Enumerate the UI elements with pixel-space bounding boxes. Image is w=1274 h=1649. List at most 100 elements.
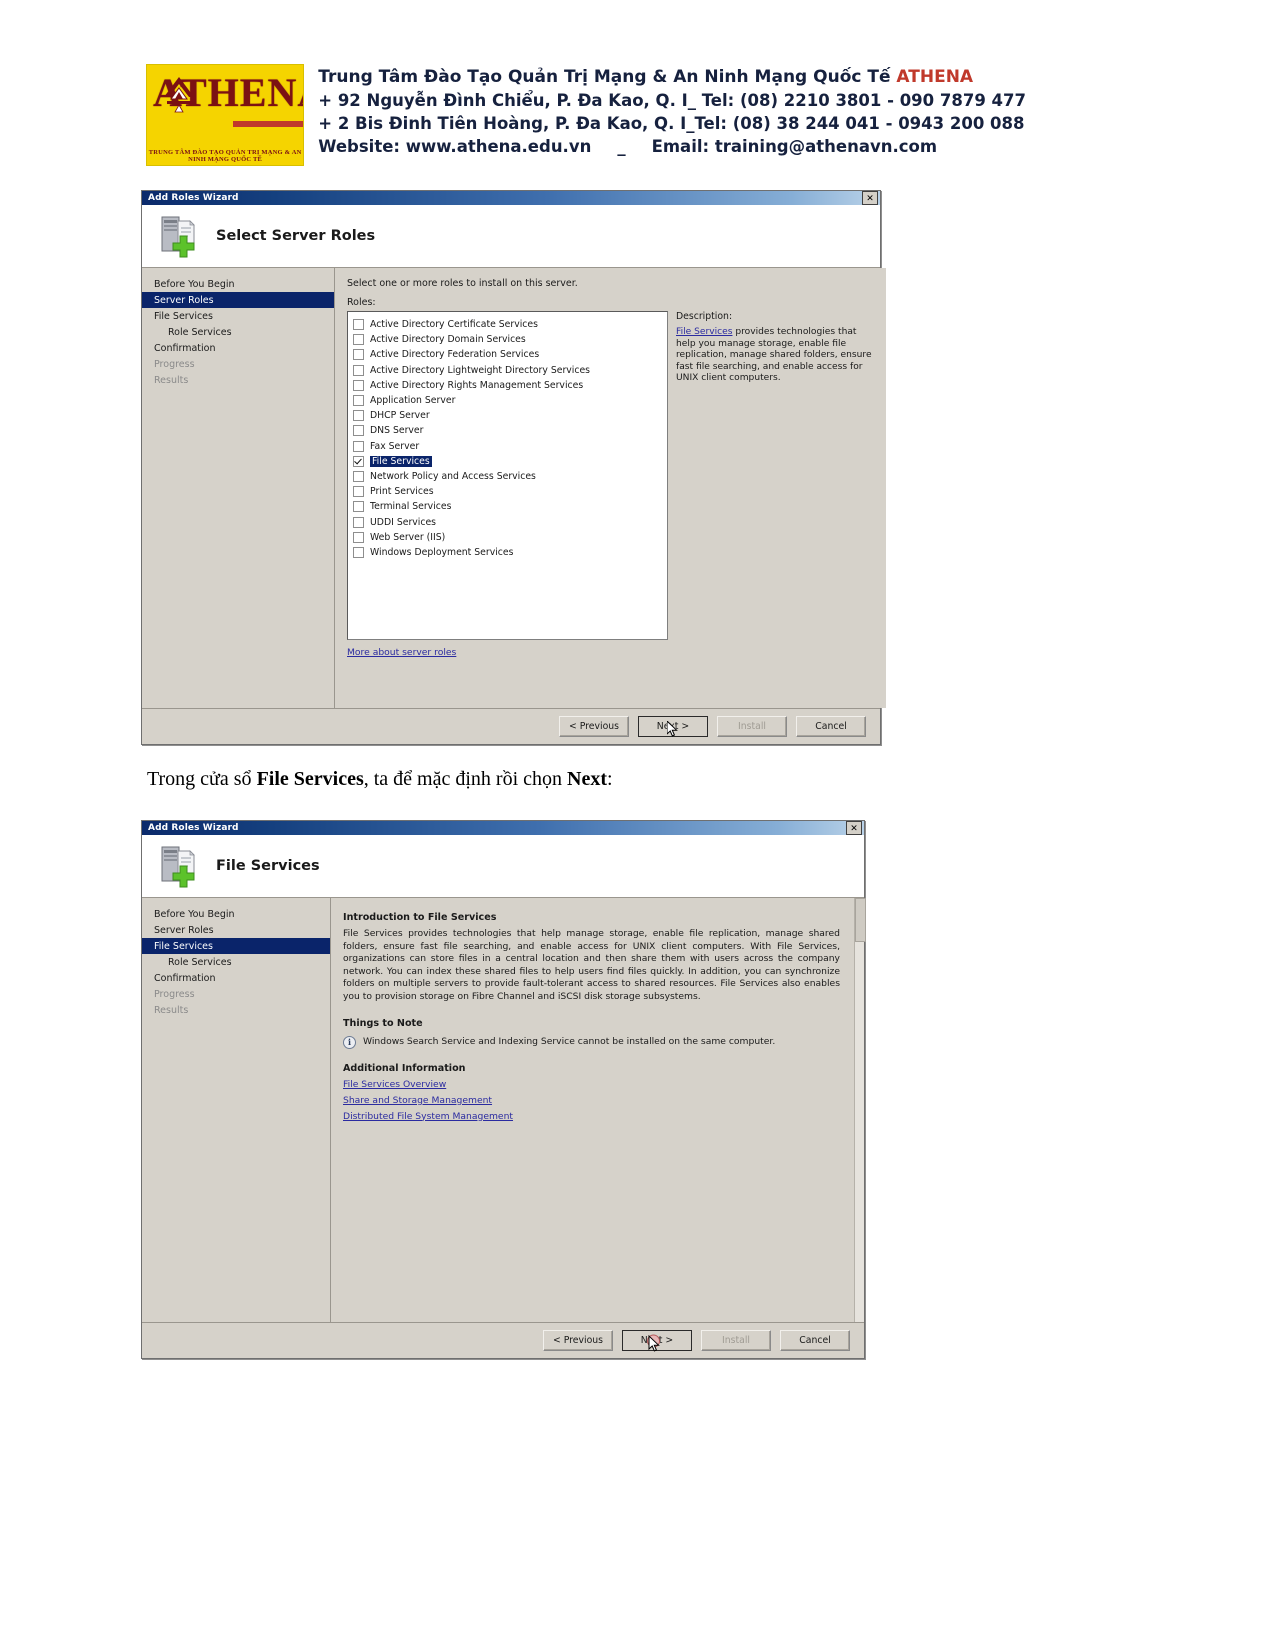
nav-item-confirmation[interactable]: Confirmation <box>142 970 330 986</box>
add-roles-wizard-window-2[interactable]: Add Roles Wizard ✕ File Services Before … <box>141 820 866 1359</box>
athena-address-2: + 2 Bis Đinh Tiên Hoàng, P. Đa Kao, Q. I… <box>318 114 1025 133</box>
role-row-file-services[interactable]: File Services <box>353 454 663 469</box>
role-checkbox-icon[interactable] <box>353 501 364 513</box>
role-row[interactable]: UDDI Services <box>353 514 663 529</box>
role-label: Web Server (IIS) <box>370 531 446 543</box>
athena-web-email-line: Website: www.athena.edu.vn _ Email: traini… <box>318 135 1026 158</box>
role-label: DHCP Server <box>370 410 430 422</box>
athena-org-name-line: Trung Tâm Đào Tạo Quản Trị Mạng & An Nin… <box>318 66 1026 89</box>
description-link-file-services[interactable]: File Services <box>676 327 732 337</box>
next-button-label: Next > <box>640 1335 674 1346</box>
athena-logo-mark-icon <box>164 77 194 113</box>
wizard-banner-2: File Services <box>142 835 864 898</box>
nav-item-role-services[interactable]: Role Services <box>142 324 334 340</box>
role-row[interactable]: Fax Server <box>353 439 663 454</box>
role-checkbox-icon[interactable] <box>353 379 364 391</box>
role-row[interactable]: Active Directory Federation Services <box>353 347 663 362</box>
window-title-2: Add Roles Wizard <box>148 823 239 833</box>
role-row[interactable]: Active Directory Rights Management Servi… <box>353 378 663 393</box>
scrollbar-thumb[interactable] <box>855 898 866 942</box>
role-label: Active Directory Domain Services <box>370 334 526 346</box>
role-label: Windows Deployment Services <box>370 546 514 558</box>
nav-item-role-services[interactable]: Role Services <box>142 954 330 970</box>
install-button: Install <box>717 716 787 737</box>
role-row[interactable]: Application Server <box>353 393 663 408</box>
role-row[interactable]: Print Services <box>353 484 663 499</box>
role-checkbox-icon[interactable] <box>353 319 364 331</box>
role-row[interactable]: Network Policy and Access Services <box>353 469 663 484</box>
wizard-heading-2: File Services <box>216 858 320 874</box>
next-button[interactable]: Next > <box>622 1330 692 1352</box>
close-icon[interactable]: ✕ <box>862 191 878 205</box>
things-to-note-text: Windows Search Service and Indexing Serv… <box>363 1035 776 1047</box>
role-checkbox-icon[interactable] <box>353 440 364 452</box>
next-button-label: Next > <box>656 721 690 732</box>
instruction-caption: Trong cửa sổ File Services, ta để mặc đị… <box>147 768 947 791</box>
role-checkbox-icon[interactable] <box>353 395 364 407</box>
nav-item-confirmation[interactable]: Confirmation <box>142 340 334 356</box>
info-icon: i <box>343 1035 356 1049</box>
role-checkbox-icon[interactable] <box>353 334 364 346</box>
more-about-server-roles-link[interactable]: More about server roles <box>347 647 456 658</box>
athena-org-name: Trung Tâm Đào Tạo Quản Trị Mạng & An Nin… <box>318 67 897 87</box>
athena-sep: _ <box>617 137 626 156</box>
nav-item-file-services[interactable]: File Services <box>142 938 330 954</box>
wizard-button-bar-1: < Previous Next > Install Cancel <box>142 708 880 744</box>
link-distributed-file-system-management[interactable]: Distributed File System Management <box>343 1111 840 1122</box>
caption-pre: Trong cửa sổ <box>147 768 257 790</box>
role-checkbox-checked-icon[interactable] <box>353 455 364 467</box>
cancel-button[interactable]: Cancel <box>796 716 866 737</box>
previous-button[interactable]: < Previous <box>543 1330 613 1351</box>
role-row[interactable]: Windows Deployment Services <box>353 545 663 560</box>
nav-item-server-roles[interactable]: Server Roles <box>142 922 330 938</box>
role-description-pane: Description: File Services provides tech… <box>676 311 872 640</box>
file-services-icon <box>161 846 195 888</box>
nav-item-before-you-begin[interactable]: Before You Begin <box>142 906 330 922</box>
roles-listbox[interactable]: Active Directory Certificate Services Ac… <box>347 311 668 640</box>
titlebar-1[interactable]: Add Roles Wizard ✕ <box>142 191 880 205</box>
role-checkbox-icon[interactable] <box>353 364 364 376</box>
wizard-content-2: Introduction to File Services File Servi… <box>331 898 866 1322</box>
wizard-content-1: Select one or more roles to install on t… <box>335 268 886 708</box>
role-row[interactable]: DNS Server <box>353 423 663 438</box>
titlebar-2[interactable]: Add Roles Wizard ✕ <box>142 821 864 835</box>
install-button: Install <box>701 1330 771 1351</box>
link-share-and-storage-management[interactable]: Share and Storage Management <box>343 1095 840 1106</box>
role-checkbox-icon[interactable] <box>353 470 364 482</box>
role-row[interactable]: Active Directory Lightweight Directory S… <box>353 363 663 378</box>
role-row[interactable]: Active Directory Certificate Services <box>353 317 663 332</box>
wizard-nav-pane-1: Before You Begin Server Roles File Servi… <box>142 268 335 708</box>
role-checkbox-icon[interactable] <box>353 516 364 528</box>
role-label: Fax Server <box>370 440 420 452</box>
cancel-button[interactable]: Cancel <box>780 1330 850 1351</box>
role-checkbox-icon[interactable] <box>353 486 364 498</box>
nav-item-file-services[interactable]: File Services <box>142 308 334 324</box>
content-scrollbar[interactable] <box>854 898 866 1322</box>
role-row[interactable]: Active Directory Domain Services <box>353 332 663 347</box>
role-checkbox-icon[interactable] <box>353 425 364 437</box>
add-roles-wizard-window-1[interactable]: Add Roles Wizard ✕ Select Server Roles B… <box>141 190 886 745</box>
role-label: Network Policy and Access Services <box>370 470 536 482</box>
previous-button[interactable]: < Previous <box>559 716 629 737</box>
nav-item-before-you-begin[interactable]: Before You Begin <box>142 276 334 292</box>
roles-instruction: Select one or more roles to install on t… <box>347 278 578 289</box>
link-file-services-overview[interactable]: File Services Overview <box>343 1079 840 1090</box>
nav-item-server-roles[interactable]: Server Roles <box>142 292 334 308</box>
role-label: File Services <box>370 455 432 467</box>
role-row[interactable]: Web Server (IIS) <box>353 530 663 545</box>
next-button[interactable]: Next > <box>638 716 708 737</box>
caption-bold-next: Next <box>567 768 608 790</box>
athena-address-1: + 92 Nguyễn Đình Chiểu, P. Đa Kao, Q. I_… <box>318 91 1026 110</box>
role-checkbox-icon[interactable] <box>353 531 364 543</box>
role-checkbox-icon[interactable] <box>353 349 364 361</box>
role-row[interactable]: DHCP Server <box>353 408 663 423</box>
role-checkbox-icon[interactable] <box>353 546 364 558</box>
role-label: Active Directory Lightweight Directory S… <box>370 364 591 376</box>
intro-paragraph: File Services provides technologies that… <box>343 928 840 1002</box>
role-row[interactable]: Terminal Services <box>353 499 663 514</box>
nav-item-results: Results <box>154 374 189 386</box>
athena-website: Website: www.athena.edu.vn <box>318 137 592 156</box>
athena-letterhead: ATHENA TRUNG TÂM ĐÀO TẠO QUẢN TRỊ MẠNG &… <box>146 64 1026 168</box>
close-icon[interactable]: ✕ <box>846 821 862 835</box>
role-checkbox-icon[interactable] <box>353 410 364 422</box>
